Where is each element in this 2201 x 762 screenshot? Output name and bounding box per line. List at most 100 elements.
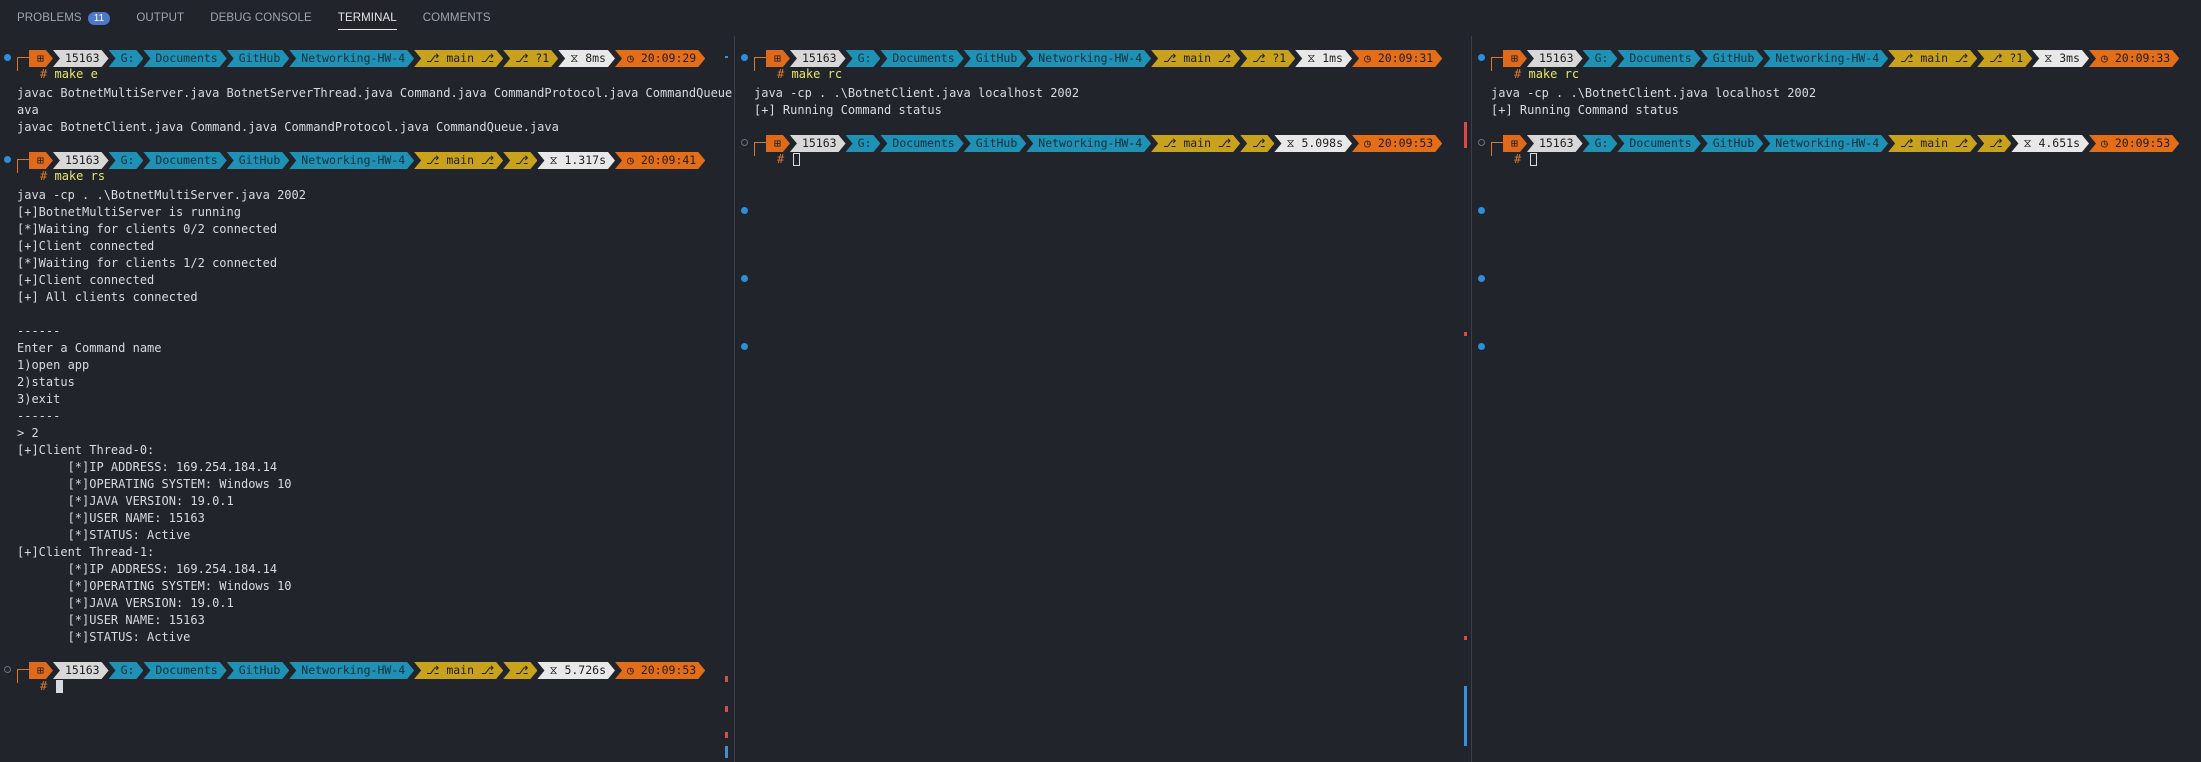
prompt-hash: # [40,67,48,81]
tab-output[interactable]: OUTPUT [136,0,184,36]
windows-icon: ⊞ [766,50,790,67]
prompt-clock-segment: ◷ 20:09:33 [2089,50,2179,67]
command-decoration-icon[interactable] [4,156,11,163]
command-line: # make rc [777,66,842,82]
prompt-git-status-segment: ⎇ [1240,135,1274,152]
prompt-user-segment: 15163 [1527,50,1583,67]
command-decoration-icon[interactable] [1478,139,1485,146]
prompt-segments: ⊞ 15163 G: Documents GitHub Networking-HW-4 ⎇ … [29,50,705,67]
windows-icon: ⊞ [29,50,53,67]
prompt-bracket [1491,142,1503,156]
prompt-path-segment: GitHub [1701,50,1764,67]
command-decoration-icon[interactable] [741,207,748,214]
prompt-path-segment: G: [846,50,881,67]
command-output: javac BotnetMultiServer.java BotnetServe… [17,86,733,134]
prompt-git-branch-segment: ⎇ main ⎇ [414,152,503,169]
prompt-hash: # [777,67,785,81]
tab-problems-label: PROBLEMS [17,12,82,24]
prompt-git-status-segment: ⎇ [503,662,537,679]
terminal-pane-1[interactable]: ⊞ 15163 G: Documents GitHub Networking-HW-4 ⎇ … [0,36,733,762]
prompt-hash: # [40,679,48,693]
prompt-block: ⊞ 15163 G: Documents GitHub Networking-HW-4 ⎇ … [1474,135,2201,169]
tab-comments-label: COMMENTS [422,12,491,24]
terminal-pane-3[interactable]: ⊞ 15163 G: Documents GitHub Networking-HW-4 ⎇ … [1474,36,2201,762]
overview-mark [1464,636,1467,640]
prompt-git-status-segment: ⎇ ?1 [503,50,558,67]
prompt-block: ⊞ 15163 G: Documents GitHub Networking-HW-4 ⎇ … [0,50,733,84]
command-decoration-icon[interactable] [4,666,11,673]
tab-comments[interactable]: COMMENTS [423,0,491,36]
overview-mark [1464,332,1467,336]
prompt-git-branch-segment: ⎇ main ⎇ [1151,135,1240,152]
prompt-clock-segment: ◷ 20:09:31 [1352,50,1442,67]
prompt-clock-segment: ◷ 20:09:53 [615,662,705,679]
prompt-user-segment: 15163 [1527,135,1583,152]
prompt-execution-time-segment: ⧖ 5.726s [537,662,615,679]
command-line[interactable]: # [40,678,64,694]
command-decoration-icon[interactable] [741,343,748,350]
prompt-git-branch-segment: ⎇ main ⎇ [1888,135,1977,152]
tab-terminal[interactable]: TERMINAL [337,0,397,36]
prompt-path-segment: G: [1583,135,1618,152]
pane-divider[interactable] [734,36,735,762]
overview-mark [1464,122,1467,148]
prompt-execution-time-segment: ⧖ 8ms [558,50,615,67]
prompt-path-segment: Networking-HW-4 [1763,50,1888,67]
terminal-cursor [1530,153,1538,166]
prompt-path-segment: Networking-HW-4 [289,662,414,679]
prompt-path-segment: GitHub [964,50,1027,67]
command-decoration-icon[interactable] [1478,275,1485,282]
prompt-path-segment: Networking-HW-4 [289,50,414,67]
prompt-git-status-segment: ⎇ [503,152,537,169]
prompt-bracket [754,57,766,71]
overview-mark [725,676,728,682]
command-text: make rs [54,169,106,183]
command-decoration-icon[interactable] [1478,343,1485,350]
prompt-block: ⊞ 15163 G: Documents GitHub Networking-HW-4 ⎇ … [737,135,1470,169]
prompt-hash: # [1514,67,1522,81]
tab-output-label: OUTPUT [136,12,185,24]
prompt-block: ⊞ 15163 G: Documents GitHub Networking-HW-4 ⎇ … [1474,50,2201,84]
command-decoration-icon[interactable] [1478,207,1485,214]
command-line[interactable]: # [1514,151,1538,167]
prompt-block: ⊞ 15163 G: Documents GitHub Networking-HW-4 ⎇ … [737,50,1470,84]
terminal-cursor [56,680,64,693]
prompt-path-segment: Documents [143,152,226,169]
command-line: # make rs [40,168,105,184]
prompt-segments: ⊞ 15163 G: Documents GitHub Networking-HW-4 ⎇ … [29,152,705,169]
prompt-path-segment: Documents [1617,135,1700,152]
command-output: java -cp . .\BotnetClient.java localhost… [1491,86,1817,117]
prompt-bracket [754,142,766,156]
terminal-pane-2[interactable]: ⊞ 15163 G: Documents GitHub Networking-HW-4 ⎇ … [737,36,1470,762]
tab-debug-console[interactable]: DEBUG CONSOLE [210,0,312,36]
command-line: # make rc [1514,66,1579,82]
prompt-git-branch-segment: ⎇ main ⎇ [1151,50,1240,67]
prompt-execution-time-segment: ⧖ 3ms [2032,50,2089,67]
panel-tab-bar: PROBLEMS 11 OUTPUT DEBUG CONSOLE TERMINA… [0,0,2201,36]
pane-divider[interactable] [1471,36,1472,762]
command-decoration-icon[interactable] [741,275,748,282]
prompt-hash: # [1514,152,1522,166]
prompt-path-segment: GitHub [1701,135,1764,152]
command-decoration-icon[interactable] [741,54,748,61]
prompt-execution-time-segment: ⧖ 1.317s [537,152,615,169]
prompt-user-segment: 15163 [790,135,846,152]
prompt-git-branch-segment: ⎇ main ⎇ [414,50,503,67]
command-text: make rc [791,67,843,81]
prompt-hash: # [777,152,785,166]
prompt-git-branch-segment: ⎇ main ⎇ [414,662,503,679]
command-line[interactable]: # [777,151,801,167]
overview-mark [725,706,728,712]
command-decoration-icon[interactable] [741,139,748,146]
prompt-user-segment: 15163 [53,152,109,169]
prompt-bracket [17,159,29,173]
prompt-bracket [1491,57,1503,71]
prompt-git-status-segment: ⎇ ?1 [1240,50,1295,67]
overview-mark [725,56,728,58]
tab-problems[interactable]: PROBLEMS 11 [17,0,111,36]
command-decoration-icon[interactable] [4,54,11,61]
prompt-path-segment: GitHub [964,135,1027,152]
prompt-path-segment: GitHub [227,50,290,67]
command-decoration-icon[interactable] [1478,54,1485,61]
command-text: make e [54,67,98,81]
